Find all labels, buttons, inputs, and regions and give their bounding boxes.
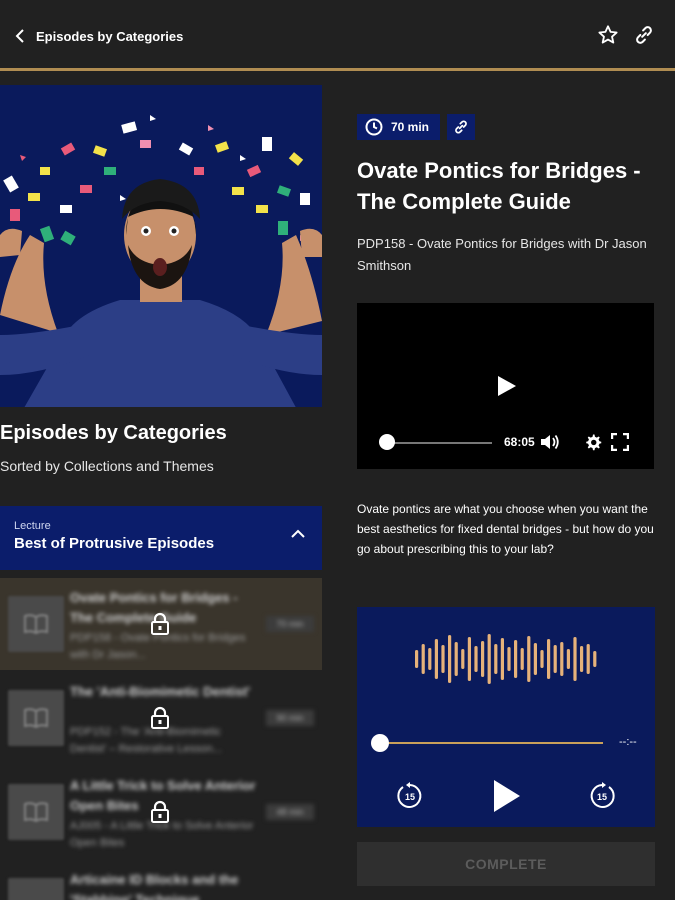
audio-player: --:-- 15 15: [357, 607, 655, 827]
waveform-bar: [553, 645, 557, 673]
list-item[interactable]: The 'Anti-Biomimetic Dentist' PDP152 - T…: [0, 672, 322, 764]
episode-duration: 90 min: [266, 710, 314, 726]
hero-image: [0, 85, 322, 407]
star-icon[interactable]: [597, 24, 619, 46]
waveform-bar: [481, 641, 485, 677]
video-progress-track[interactable]: [387, 442, 492, 444]
waveform-graphic: [415, 634, 597, 684]
waveform-bar: [441, 645, 445, 673]
audio-progress-track[interactable]: [381, 742, 603, 744]
video-time: 68:05: [504, 435, 535, 449]
svg-text:15: 15: [405, 792, 415, 802]
waveform-bar: [520, 648, 524, 670]
volume-icon[interactable]: [540, 433, 560, 451]
top-bar: Episodes by Categories: [0, 0, 675, 70]
svg-text:15: 15: [597, 792, 607, 802]
header-divider: [0, 68, 675, 71]
complete-button[interactable]: COMPLETE: [357, 842, 655, 886]
waveform-bar: [566, 649, 570, 669]
audio-time: --:--: [619, 736, 637, 748]
waveform-bar: [540, 650, 544, 668]
episode-thumbnail: [8, 878, 64, 900]
waveform-bar: [454, 642, 458, 676]
clock-icon: [365, 118, 383, 136]
waveform-bar: [514, 640, 518, 678]
episode-subheading: PDP158 - Ovate Pontics for Bridges with …: [357, 236, 647, 273]
waveform-bar: [547, 639, 551, 679]
book-icon: [24, 802, 48, 823]
episode-thumbnail: [8, 690, 64, 746]
waveform-bar: [533, 643, 537, 675]
forward-15-icon: 15: [590, 782, 615, 808]
skip-forward-button[interactable]: 15: [587, 781, 617, 816]
waveform-bar: [434, 639, 438, 679]
collection-header[interactable]: Lecture Best of Protrusive Episodes: [0, 506, 322, 570]
video-player[interactable]: 68:05: [357, 303, 654, 469]
list-item[interactable]: A Little Trick to Solve Anterior Open Bi…: [0, 766, 322, 858]
episode-thumbnail: [8, 596, 64, 652]
waveform-bar: [560, 642, 564, 676]
skip-back-button[interactable]: 15: [395, 781, 425, 816]
waveform-bar: [461, 649, 465, 669]
waveform-bar: [421, 644, 425, 674]
waveform-bar: [494, 644, 498, 674]
waveform-bar: [474, 646, 478, 672]
lock-icon: [151, 612, 169, 635]
episode-description-text: Ovate pontics are what you choose when y…: [357, 502, 654, 556]
list-item[interactable]: Articaine ID Blocks and the 'Stabbing' T…: [0, 860, 322, 900]
waveform-bar: [507, 647, 511, 671]
play-icon: [494, 780, 520, 812]
episode-title: Articaine ID Blocks and the 'Stabbing' T…: [70, 872, 239, 900]
page-title: Episodes by Categories: [36, 28, 184, 44]
chevron-left-icon: [15, 29, 24, 43]
episode-title: The 'Anti-Biomimetic Dentist': [70, 684, 251, 699]
back-button[interactable]: Episodes by Categories: [14, 22, 183, 50]
waveform-bar: [448, 635, 452, 683]
waveform-bar: [467, 637, 471, 681]
audio-scrubber[interactable]: [371, 734, 389, 752]
book-icon: [24, 708, 48, 729]
waveform-bar: [487, 634, 491, 684]
episode-thumbnail: [8, 784, 64, 840]
audio-play-button[interactable]: [493, 779, 521, 818]
list-item[interactable]: Ovate Pontics for Bridges - The Complete…: [0, 578, 322, 670]
episode-duration: 48 min: [266, 804, 314, 820]
waveform-bar: [586, 644, 590, 674]
replay-15-icon: 15: [397, 782, 422, 808]
link-icon: [455, 120, 467, 134]
waveform-bar: [593, 651, 597, 667]
lock-icon: [151, 706, 169, 729]
episode-duration: 70 min: [266, 616, 314, 632]
collection-name: Best of Protrusive Episodes: [14, 535, 215, 552]
category-subtitle: Sorted by Collections and Themes: [0, 458, 214, 474]
play-icon[interactable]: [497, 375, 517, 397]
waveform-bar: [415, 650, 419, 668]
waveform-bar: [580, 646, 584, 672]
waveform-bar: [428, 648, 432, 670]
settings-icon[interactable]: [584, 433, 602, 451]
book-icon: [24, 614, 48, 635]
category-title: Episodes by Categories: [0, 422, 227, 444]
collection-kicker: Lecture: [14, 520, 51, 532]
waveform-bar: [500, 638, 504, 680]
chevron-up-icon[interactable]: [290, 528, 306, 540]
fullscreen-icon[interactable]: [611, 433, 629, 451]
lock-icon: [151, 800, 169, 823]
duration-badge: 70 min: [357, 114, 440, 140]
link-icon[interactable]: [633, 24, 655, 46]
waveform-bar: [573, 637, 577, 681]
video-scrubber[interactable]: [379, 434, 395, 450]
duration-text: 70 min: [391, 120, 430, 134]
episode-heading: Ovate Pontics for Bridges - The Complete…: [357, 158, 641, 214]
share-link-badge[interactable]: [447, 114, 475, 140]
celebration-illustration: [0, 85, 322, 407]
waveform-bar: [527, 636, 531, 682]
